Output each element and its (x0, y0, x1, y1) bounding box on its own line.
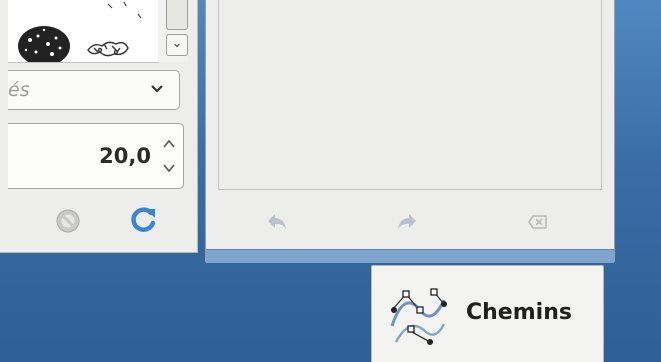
spin-buttons (159, 130, 179, 182)
clear-icon (528, 215, 547, 229)
chevron-down-icon: ⌄ (171, 36, 183, 51)
spin-down-icon[interactable] (163, 164, 175, 173)
spin-up-icon[interactable] (163, 139, 175, 148)
size-spinbox[interactable]: 20,0 (8, 123, 184, 189)
refresh-button[interactable] (128, 203, 160, 235)
reset-button[interactable] (52, 205, 84, 237)
redo-button[interactable] (392, 207, 422, 237)
brush-thumbnail-1 (18, 26, 76, 62)
paths-panel (205, 0, 615, 263)
circle-slash-icon (56, 209, 80, 233)
scrollbar-thumb[interactable] (166, 0, 188, 30)
paths-list[interactable] (218, 0, 602, 190)
tool-options-dock: ⌄ és 20,0 (0, 0, 198, 253)
selection-bar (206, 249, 614, 263)
tab-label: Chemins (466, 300, 572, 325)
clear-button[interactable] (522, 207, 552, 237)
mode-dropdown[interactable]: és (8, 70, 180, 110)
undo-button[interactable] (262, 207, 292, 237)
redo-icon (398, 214, 416, 229)
tab-chemins[interactable]: Chemins (371, 265, 604, 362)
brush-thumbnail-2 (87, 41, 129, 57)
refresh-icon (131, 207, 156, 232)
paths-icon (390, 288, 447, 345)
dropdown-value: és (8, 79, 30, 101)
undo-icon (268, 214, 286, 229)
brush-preview-list[interactable] (8, 0, 159, 63)
brush-thumbnails (18, 1, 142, 62)
chevron-down-icon (151, 85, 163, 93)
size-value[interactable]: 20,0 (99, 144, 151, 168)
scroll-down-button[interactable]: ⌄ (166, 34, 188, 56)
brush-selector: ⌄ (8, 0, 196, 63)
brush-scrollbar[interactable]: ⌄ (158, 0, 188, 62)
